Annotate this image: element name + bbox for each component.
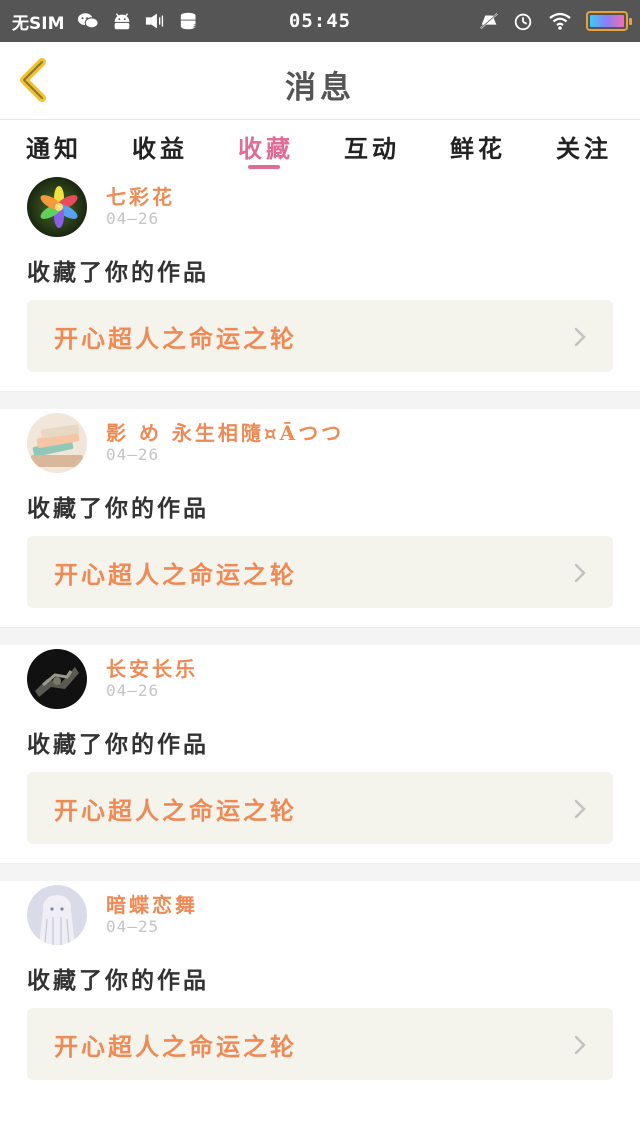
list-item: 长安长乐 04—26 收藏了你的作品 开心超人之命运之轮	[0, 645, 640, 863]
tab-favorites[interactable]: 收藏	[238, 121, 294, 173]
chevron-right-icon	[574, 799, 586, 819]
chevron-right-icon	[574, 327, 586, 347]
wechat-icon	[77, 13, 99, 29]
tab-flowers[interactable]: 鲜花	[450, 121, 506, 173]
user-name[interactable]: 影 め 永生相隨¤Āつつ	[106, 417, 344, 446]
tab-label: 鲜花	[450, 134, 506, 163]
action-text: 收藏了你的作品	[27, 495, 209, 522]
work-link[interactable]: 开心超人之命运之轮	[27, 772, 613, 844]
avatar[interactable]	[27, 649, 87, 709]
avatar[interactable]	[27, 177, 87, 237]
wifi-icon	[549, 12, 571, 30]
nav-bar: 消息	[0, 42, 640, 120]
work-link[interactable]: 开心超人之命运之轮	[27, 300, 613, 372]
tab-bar: 通知 收益 收藏 互动 鲜花 关注	[0, 121, 640, 173]
work-title: 开心超人之命运之轮	[54, 796, 297, 825]
storage-icon: ≡	[180, 12, 199, 31]
user-name[interactable]: 七彩花	[106, 181, 175, 210]
post-date: 04—26	[106, 445, 160, 464]
tab-label: 关注	[556, 134, 612, 163]
avatar[interactable]	[27, 413, 87, 473]
avatar[interactable]	[27, 885, 87, 945]
user-name[interactable]: 暗蝶恋舞	[106, 889, 198, 918]
tab-interactions[interactable]: 互动	[344, 121, 400, 173]
user-name[interactable]: 长安长乐	[106, 653, 198, 682]
tab-label: 收藏	[238, 134, 294, 163]
tab-earnings[interactable]: 收益	[132, 121, 188, 173]
work-title: 开心超人之命运之轮	[54, 324, 297, 353]
divider	[0, 391, 640, 409]
carrier-label: 无SIM	[12, 13, 65, 34]
vibrate-icon	[145, 13, 163, 29]
tab-notifications[interactable]: 通知	[26, 121, 82, 173]
chevron-right-icon	[574, 563, 586, 583]
action-text: 收藏了你的作品	[27, 731, 209, 758]
divider	[0, 627, 640, 645]
mute-icon	[480, 12, 498, 30]
list-item: 暗蝶恋舞 04—25 收藏了你的作品 开心超人之命运之轮	[0, 881, 640, 1099]
work-title: 开心超人之命运之轮	[54, 560, 297, 589]
tab-label: 通知	[26, 134, 82, 163]
chevron-right-icon	[574, 1035, 586, 1055]
post-date: 04—26	[106, 209, 160, 228]
status-bar: 无SIM ≡ 05:45	[0, 0, 640, 42]
battery-icon	[586, 11, 632, 31]
svg-text:≡: ≡	[192, 21, 199, 31]
list-item: 影 め 永生相隨¤Āつつ 04—26 收藏了你的作品 开心超人之命运之轮	[0, 409, 640, 627]
post-date: 04—26	[106, 681, 160, 700]
work-title: 开心超人之命运之轮	[54, 1032, 297, 1061]
page-title: 消息	[285, 70, 355, 106]
android-icon	[114, 13, 129, 30]
list-item: 七彩花 04—26 收藏了你的作品 开心超人之命运之轮	[0, 173, 640, 391]
tab-label: 互动	[344, 134, 400, 163]
action-text: 收藏了你的作品	[27, 967, 209, 994]
tab-following[interactable]: 关注	[556, 121, 612, 173]
post-date: 04—25	[106, 917, 160, 936]
work-link[interactable]: 开心超人之命运之轮	[27, 536, 613, 608]
tab-label: 收益	[132, 134, 188, 163]
alarm-icon	[514, 13, 532, 31]
action-text: 收藏了你的作品	[27, 259, 209, 286]
divider	[0, 863, 640, 881]
work-link[interactable]: 开心超人之命运之轮	[27, 1008, 613, 1080]
message-feed: 七彩花 04—26 收藏了你的作品 开心超人之命运之轮 影 め 永生相隨¤Āつつ…	[0, 173, 640, 1099]
active-tab-indicator	[248, 165, 280, 169]
